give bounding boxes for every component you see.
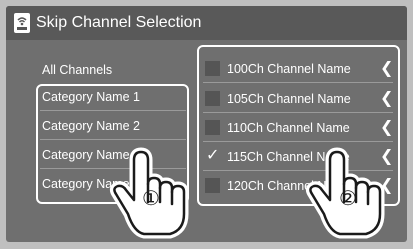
channel-name: 100Ch Channel Name — [227, 62, 351, 76]
page-title: Skip Channel Selection — [36, 14, 202, 31]
divider — [40, 139, 186, 140]
device-frame: Skip Channel Selection All Channels Cate… — [0, 0, 413, 249]
divider — [203, 141, 393, 142]
category-item-2[interactable]: Category Name 2 — [42, 117, 188, 135]
divider — [203, 82, 393, 83]
screen: Skip Channel Selection All Channels Cate… — [6, 6, 407, 242]
channel-checkbox-checked[interactable]: ✓ — [205, 147, 220, 164]
chevron-left-icon[interactable]: ❮ — [380, 59, 393, 79]
channel-name: 110Ch Channel Name — [227, 121, 350, 135]
channel-row[interactable]: 100Ch Channel Name ❮ — [203, 58, 395, 80]
channel-name: 105Ch Channel Name — [227, 92, 351, 106]
chevron-left-icon[interactable]: ❮ — [380, 89, 393, 109]
channel-checkbox[interactable] — [205, 61, 220, 76]
divider — [40, 110, 186, 111]
chevron-left-icon[interactable]: ❮ — [380, 118, 393, 138]
category-item-1[interactable]: Category Name 1 — [42, 88, 188, 106]
title-bar: Skip Channel Selection — [6, 6, 407, 40]
satellite-radio-icon — [14, 13, 30, 33]
divider — [203, 112, 393, 113]
channel-checkbox[interactable] — [205, 120, 220, 135]
callout-number-2: ② — [339, 188, 357, 210]
callout-number-1: ① — [142, 188, 160, 210]
channel-row[interactable]: 105Ch Channel Name ❮ — [203, 88, 395, 110]
channel-checkbox[interactable] — [205, 178, 220, 193]
check-icon: ✓ — [206, 147, 220, 164]
channel-row[interactable]: 110Ch Channel Name ❮ — [203, 117, 395, 139]
all-channels-item[interactable]: All Channels — [42, 62, 112, 78]
channel-checkbox[interactable] — [205, 91, 220, 106]
